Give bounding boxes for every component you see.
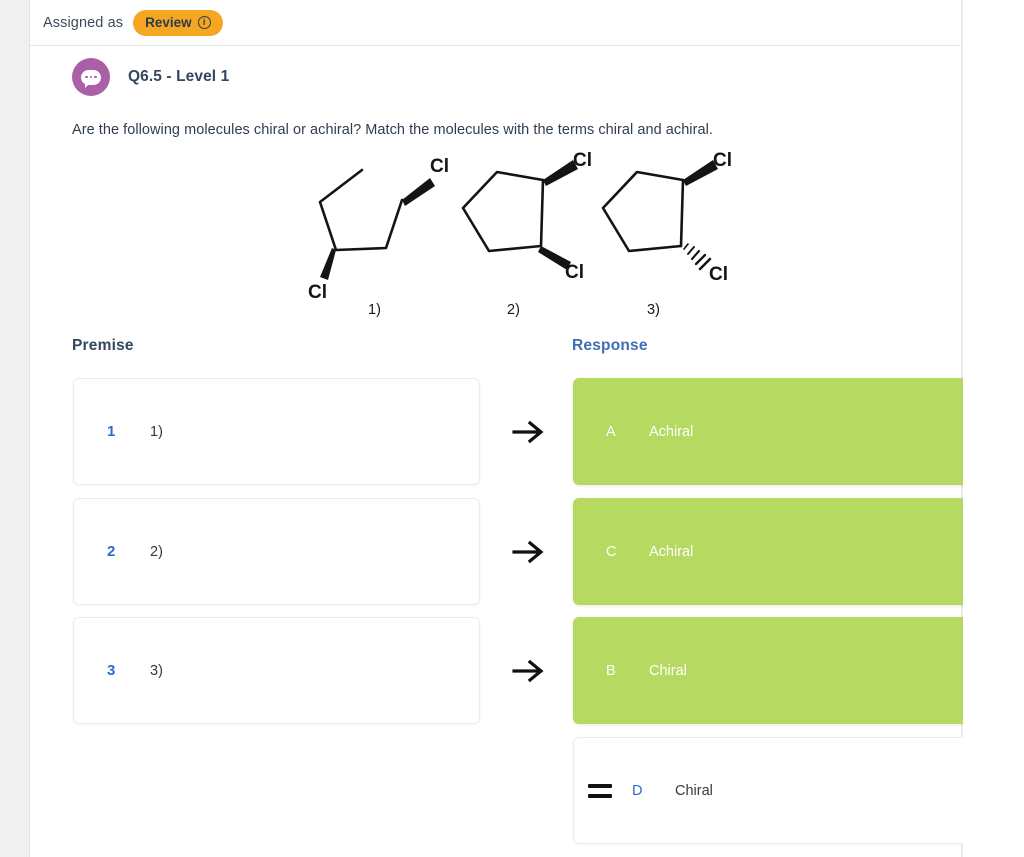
premise-label-3: 3) <box>150 662 163 679</box>
response-letter-4: D <box>632 782 643 799</box>
molecule-2-caption: 2) <box>507 302 520 318</box>
molecule-1-cl-bottom: Cl <box>308 282 327 303</box>
assigned-bar: Assigned as Review i <box>30 0 963 46</box>
molecule-3-structure: Cl Cl <box>601 150 732 285</box>
molecule-3-hash-bond <box>683 243 712 271</box>
premise-index-2: 2 <box>107 543 116 560</box>
response-label-3: Chiral <box>649 662 687 679</box>
premise-card-2[interactable]: 2 2) <box>73 498 480 605</box>
question-prompt: Are the following molecules chiral or ac… <box>72 122 713 138</box>
content-panel: Assigned as Review i Q6.5 - Level 1 Are … <box>29 0 980 857</box>
premise-label-1: 1) <box>150 423 163 440</box>
molecule-3-cl-bottom: Cl <box>709 264 728 285</box>
response-label-2: Achiral <box>649 543 694 560</box>
response-column-header: Response <box>572 337 648 354</box>
speech-bubble-icon <box>72 58 110 96</box>
premise-index-3: 3 <box>107 662 116 679</box>
premise-column-header: Premise <box>72 337 134 354</box>
molecule-diagrams: Cl Cl 1) Cl Cl 2) Cl Cl 3) <box>290 150 760 325</box>
info-circle-icon[interactable]: i <box>197 16 211 29</box>
response-card-1[interactable]: A Achiral <box>573 378 980 485</box>
arrow-right-icon-3 <box>508 650 550 692</box>
right-margin <box>963 0 1024 857</box>
review-badge[interactable]: Review i <box>133 9 223 36</box>
response-card-2[interactable]: C Achiral <box>573 498 980 605</box>
question-page: Assigned as Review i Q6.5 - Level 1 Are … <box>0 0 1024 857</box>
premise-index-1: 1 <box>107 423 116 440</box>
molecule-2-cl-bottom: Cl <box>565 262 584 283</box>
response-letter-1: A <box>606 423 616 440</box>
premise-card-3[interactable]: 3 3) <box>73 617 480 724</box>
premise-card-1[interactable]: 1 1) <box>73 378 480 485</box>
molecule-3-caption: 3) <box>647 302 660 318</box>
arrow-right-icon-1 <box>508 411 550 453</box>
molecule-2-structure: Cl Cl <box>461 150 592 283</box>
arrow-right-icon-2 <box>508 531 550 573</box>
response-card-4[interactable]: D Chiral <box>573 737 980 844</box>
molecule-1-caption: 1) <box>368 302 381 318</box>
page-title: Q6.5 - Level 1 <box>128 68 230 85</box>
response-label-4: Chiral <box>675 782 713 799</box>
assigned-label: Assigned as <box>43 14 124 31</box>
review-badge-label: Review <box>145 15 192 30</box>
response-letter-3: B <box>606 662 616 679</box>
response-label-1: Achiral <box>649 423 694 440</box>
molecule-3-cl-top: Cl <box>713 150 732 171</box>
response-letter-2: C <box>606 543 617 560</box>
question-header: Q6.5 - Level 1 <box>72 58 229 96</box>
drag-handle-icon[interactable] <box>588 783 612 798</box>
molecule-1-structure: Cl Cl <box>308 156 449 303</box>
premise-label-2: 2) <box>150 543 163 560</box>
response-card-3[interactable]: B Chiral <box>573 617 980 724</box>
